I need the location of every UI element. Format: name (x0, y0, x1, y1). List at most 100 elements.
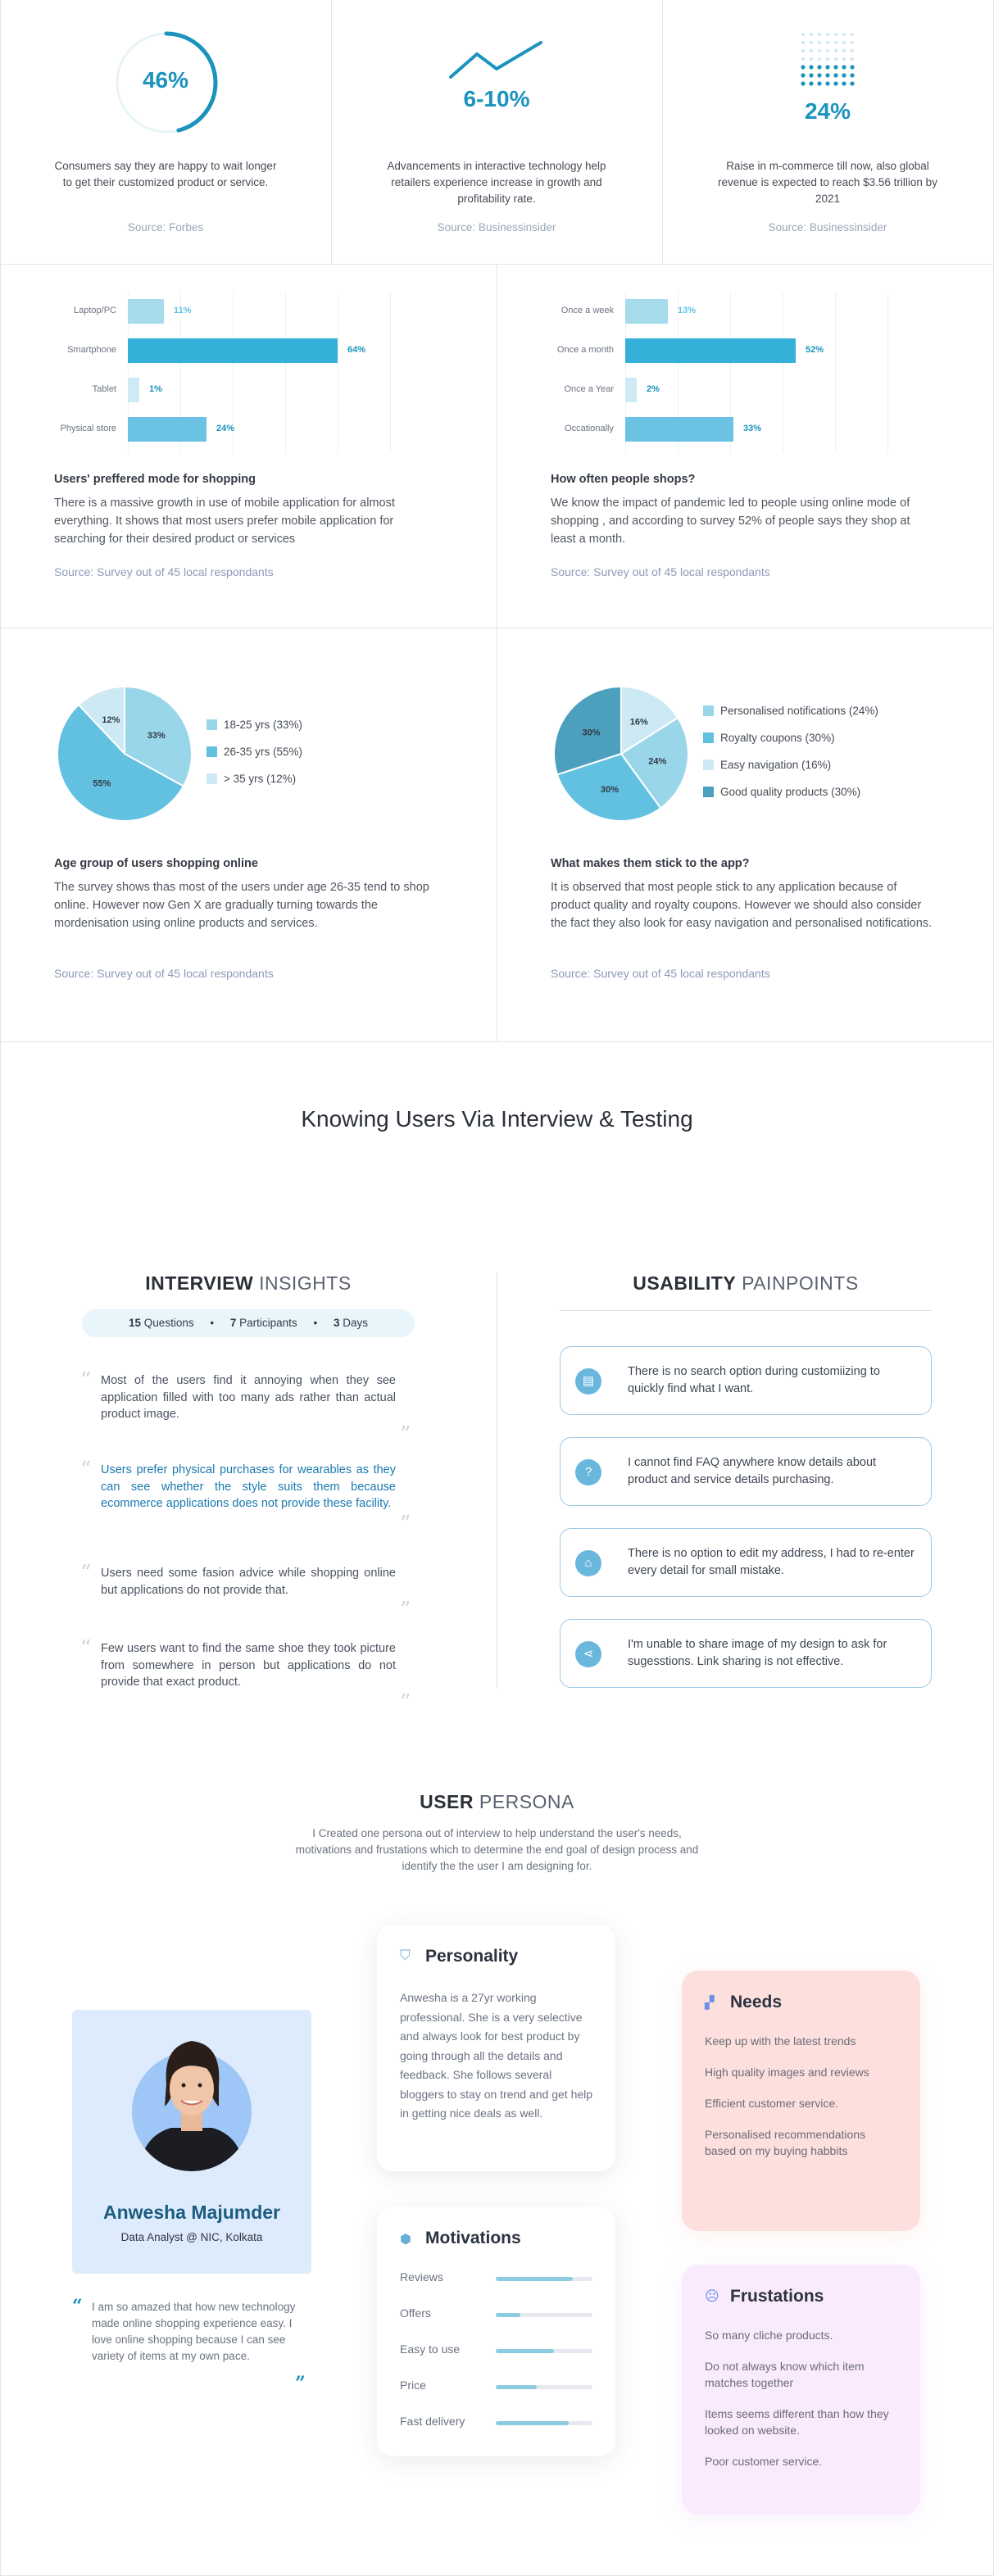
insight-source: Source: Survey out of 45 local respondan… (551, 565, 770, 578)
legend-label: > 35 yrs (12%) (224, 773, 297, 785)
dot (818, 33, 821, 36)
motivation-bar-fill (496, 2421, 569, 2425)
stat-description: Consumers say they are happy to wait lon… (54, 160, 277, 188)
insight-description: It is observed that most people stick to… (551, 881, 933, 930)
painpoint-text: There is no option to edit my address, I… (628, 1547, 915, 1577)
dot (842, 65, 846, 70)
persona-intro: I Created one persona out of interview t… (295, 1827, 699, 1872)
stat-card-growth: 6-10% Advancements in interactive techno… (331, 0, 662, 264)
motivation-row: Easy to use (400, 2342, 592, 2359)
legend-item: Personalised notifications (24%) (703, 705, 878, 732)
dot (842, 73, 846, 78)
legend-item: > 35 yrs (12%) (207, 773, 302, 800)
quote-close-icon: ” (400, 1689, 411, 1715)
motivation-row: Reviews (400, 2270, 592, 2287)
painpoint-card: ⌂ There is no option to edit my address, … (560, 1528, 932, 1597)
grid-line (390, 293, 391, 453)
need-item: Personalised recommendations based on my… (705, 2128, 866, 2157)
needs-icon: ▞ (705, 1996, 715, 2010)
dot (809, 81, 814, 86)
dot (842, 49, 846, 52)
legend-swatch (207, 773, 217, 784)
quote-text: Few users want to find the same shoe the… (101, 1642, 396, 1689)
motivation-label: Easy to use (400, 2342, 461, 2356)
persona-profile-card: Anwesha Majumder Data Analyst @ NIC, Kol… (72, 2010, 311, 2274)
motivation-row: Price (400, 2379, 592, 2395)
bar (625, 299, 668, 324)
frustration-item: So many cliche products. (705, 2329, 833, 2342)
quote-open-icon: “ (80, 1561, 92, 1585)
stat-source: Source: Businessinsider (768, 221, 887, 234)
usability-heading: USABILITY PAINPOINTS (633, 1272, 859, 1294)
bar-chart-shopping-frequency: Once a week 13% Once a month 52% Once a Year… (497, 265, 994, 461)
frustrations-card: ☹ Frustations So many cliche products. Do… (682, 2265, 920, 2515)
faq-icon: ? (575, 1459, 601, 1485)
legend-swatch (207, 746, 217, 757)
usability-divider (560, 1310, 932, 1311)
dot (834, 49, 837, 52)
dot (842, 41, 846, 44)
dot (825, 73, 830, 78)
stat-source: Source: Forbes (127, 221, 204, 234)
bar-value-label: 2% (647, 384, 660, 394)
motivation-icon: ⬢ (400, 2233, 411, 2247)
personality-icon: ⛉ (400, 1948, 411, 1963)
dot (801, 49, 805, 52)
pie-legend-retention: Personalised notifications (24%) Royalty … (703, 705, 878, 813)
quote-close-icon: ” (400, 1422, 411, 1447)
pie-value-label: 24% (648, 756, 666, 766)
motivation-bar-fill (496, 2277, 574, 2281)
bar-value-label: 13% (678, 306, 697, 315)
section-title: Knowing Users Via Interview & Testing (301, 1106, 693, 1132)
dot (817, 81, 822, 86)
quote-open-icon: “ (72, 2296, 83, 2317)
bar-value-label: 33% (743, 424, 762, 433)
need-item: Keep up with the latest trends (705, 2034, 856, 2048)
bar-value-label: 24% (216, 424, 235, 433)
legend-swatch (703, 732, 714, 743)
quote-text: Users need some fasion advice while shop… (101, 1567, 396, 1597)
dot (818, 49, 821, 52)
quote-text: Users prefer physical purchases for wear… (101, 1463, 396, 1510)
persona-quote: I am so amazed that how new technology m… (92, 2301, 296, 2362)
dot (834, 41, 837, 44)
stat-source: Source: Businessinsider (437, 221, 556, 234)
dot (842, 33, 846, 36)
dot (801, 57, 805, 61)
dot (833, 73, 838, 78)
dot (801, 33, 805, 36)
persona-heading: USER PERSONA (420, 1791, 574, 1812)
motivation-label: Offers (400, 2306, 431, 2320)
dot (810, 33, 813, 36)
motivation-bar-track (496, 2349, 592, 2353)
bar-chart-shopping-mode: Laptop/PC 11% Smartphone 64% Tablet 1% Physica… (0, 265, 497, 461)
frustrations-title: Frustations (730, 2287, 824, 2306)
insight-description: There is a massive growth in use of mobi… (54, 497, 395, 546)
bar-category-label: Smartphone (67, 345, 116, 355)
insight-title: Age group of users shopping online (54, 857, 258, 870)
frustration-item: Items seems different than how they look… (705, 2407, 889, 2437)
personality-title: Personality (425, 1947, 519, 1966)
pie-value-label: 55% (93, 779, 111, 789)
bar-category-label: Physical store (60, 424, 116, 433)
dot (809, 65, 814, 70)
dot (850, 81, 855, 86)
legend-item: Easy navigation (16%) (703, 759, 878, 786)
motivation-bar-track (496, 2277, 592, 2281)
quote-close-icon: ” (400, 1511, 411, 1536)
bar-category-label: Occationally (565, 424, 614, 433)
insight-description: We know the impact of pandemic led to pe… (551, 497, 910, 546)
bar-category-label: Once a Year (564, 384, 614, 394)
dot (834, 57, 837, 61)
stat-value: 24% (804, 98, 851, 124)
painpoint-card: ⋖ I'm unable to share image of my design … (560, 1619, 932, 1688)
dot (818, 57, 821, 61)
motivation-row: Offers (400, 2306, 592, 2323)
legend-label: Personalised notifications (24%) (720, 705, 878, 717)
pie-chart-age-group: 12% 33% 55% (57, 685, 193, 822)
dot (826, 49, 829, 52)
dot (825, 65, 830, 70)
legend-item: Royalty coupons (30%) (703, 732, 878, 759)
dot (801, 81, 806, 86)
insight-source: Source: Survey out of 45 local respondan… (551, 967, 770, 980)
